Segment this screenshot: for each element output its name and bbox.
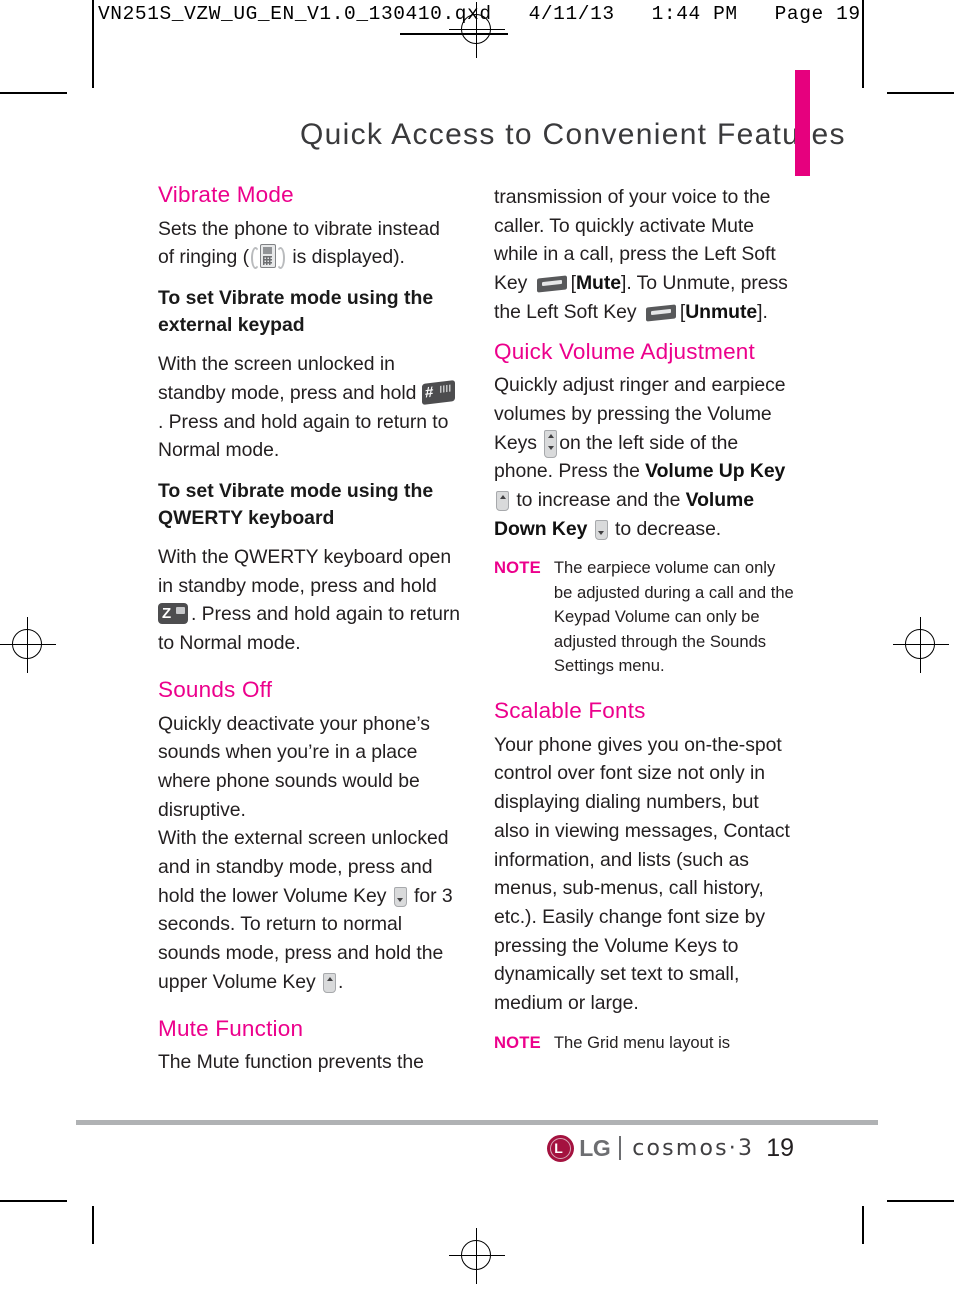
hash-key-icon: # <box>421 379 455 405</box>
left-soft-key-icon-2 <box>645 304 676 322</box>
sounds-off-paragraph-2: With the external screen unlocked and in… <box>158 824 460 996</box>
left-soft-key-icon <box>536 275 567 293</box>
external-keypad-instructions: With the screen unlocked in standby mode… <box>158 350 460 465</box>
crop-mark-bottom-left-h <box>0 1200 67 1202</box>
page-title: Quick Access to Convenient Features <box>300 118 846 151</box>
vibrate-phone-icon <box>251 244 286 270</box>
qwerty-text-a: With the QWERTY keyboard open in standby… <box>158 545 452 597</box>
mute-continued-paragraph: transmission of your voice to the caller… <box>494 183 796 327</box>
lg-wordmark: LG <box>579 1134 611 1161</box>
crop-mark-top-right-v <box>862 50 864 88</box>
left-column: Vibrate Mode Sets the phone to vibrate i… <box>158 182 460 1090</box>
mute-function-paragraph: The Mute function prevents the <box>158 1051 424 1074</box>
section-heading-scalable-fonts: Scalable Fonts <box>494 697 646 723</box>
crop-mark-top-left-v <box>92 50 94 88</box>
note-volume: NOTE The earpiece volume can only be adj… <box>494 556 796 679</box>
mute-cont-text-c: ]. <box>757 300 768 323</box>
crop-mark-bottom-right-h <box>887 1200 954 1202</box>
manual-page: { "print_marks": { "file_stamp": "VN251S… <box>0 0 954 1292</box>
vibrate-intro-paragraph: Sets the phone to vibrate instead of rin… <box>158 215 460 272</box>
qwerty-keyboard-instructions: With the QWERTY keyboard open in standby… <box>158 543 460 658</box>
crop-mark-bottom-right-v <box>862 1206 864 1244</box>
section-heading-sounds-off: Sounds Off <box>158 676 273 702</box>
section-heading-vibrate-mode: Vibrate Mode <box>158 182 294 207</box>
sounds-off-paragraph-1: Quickly deactivate your phone’s sounds w… <box>158 712 430 821</box>
crop-mark-top-left-h <box>0 92 67 94</box>
note-text-grid: The Grid menu layout is <box>553 1032 731 1052</box>
footer-divider <box>76 1120 878 1125</box>
note-label-volume: NOTE <box>494 558 541 578</box>
section-heading-quick-volume: Quick Volume Adjustment <box>494 338 755 364</box>
lg-logo-icon: L <box>547 1134 575 1162</box>
sounds-off-text-c: . <box>338 970 344 993</box>
note-grid: NOTE The Grid menu layout is <box>494 1031 796 1056</box>
stamp-rule-top <box>92 0 94 50</box>
external-keypad-text-a: With the screen unlocked in standby mode… <box>158 353 417 404</box>
quick-vol-text-d: to decrease. <box>615 517 722 540</box>
file-stamp-text: VN251S_VZW_UG_EN_V1.0_130410.qxd 4/11/13… <box>98 3 861 25</box>
subheading-qwerty-keyboard: To set Vibrate mode using the QWERTY key… <box>158 479 434 529</box>
scalable-fonts-paragraph: Your phone gives you on-the-spot control… <box>494 733 790 1015</box>
qwerty-text-b: . Press and hold again to return to Norm… <box>158 603 460 655</box>
external-keypad-text-b: . Press and hold again to return to Norm… <box>158 410 449 462</box>
quick-volume-paragraph: Quickly adjust ringer and earpiece volum… <box>494 371 796 543</box>
page-number: 19 <box>766 1133 794 1162</box>
stamp-rule-underline <box>400 33 508 35</box>
crop-mark-top-right-h <box>887 92 954 94</box>
registration-mark-right <box>893 617 949 673</box>
footer: L LG cosmos·3 19 <box>547 1132 794 1164</box>
volume-down-key-icon <box>393 886 407 907</box>
note-text-volume: The earpiece volume can only be adjusted… <box>553 558 794 676</box>
unmute-label: Unmute <box>685 300 758 323</box>
volume-down-key-icon-2 <box>594 519 608 540</box>
volume-up-key-label: Volume Up Key <box>645 460 786 483</box>
registration-mark-bottom <box>449 1228 505 1284</box>
volume-keys-icon <box>544 429 558 458</box>
mute-label: Mute <box>575 272 621 295</box>
registration-mark-left <box>0 617 56 673</box>
right-column: transmission of your voice to the caller… <box>494 183 796 1057</box>
quick-vol-text-c: to increase and the <box>516 489 681 512</box>
title-accent-bar <box>795 70 810 176</box>
stamp-rule-right <box>862 0 864 50</box>
vibrate-intro-text-b: is displayed). <box>287 246 405 269</box>
volume-up-key-icon <box>323 972 337 993</box>
volume-up-key-icon-2 <box>496 490 509 511</box>
z-key-icon: Z <box>158 603 188 625</box>
model-name: cosmos·3 <box>632 1135 755 1161</box>
crop-mark-bottom-left-v <box>92 1206 94 1244</box>
subheading-external-keypad: To set Vibrate mode using the external k… <box>158 287 434 337</box>
footer-separator <box>619 1136 622 1160</box>
note-label-grid: NOTE <box>494 1032 541 1052</box>
section-heading-mute-function: Mute Function <box>158 1015 304 1041</box>
